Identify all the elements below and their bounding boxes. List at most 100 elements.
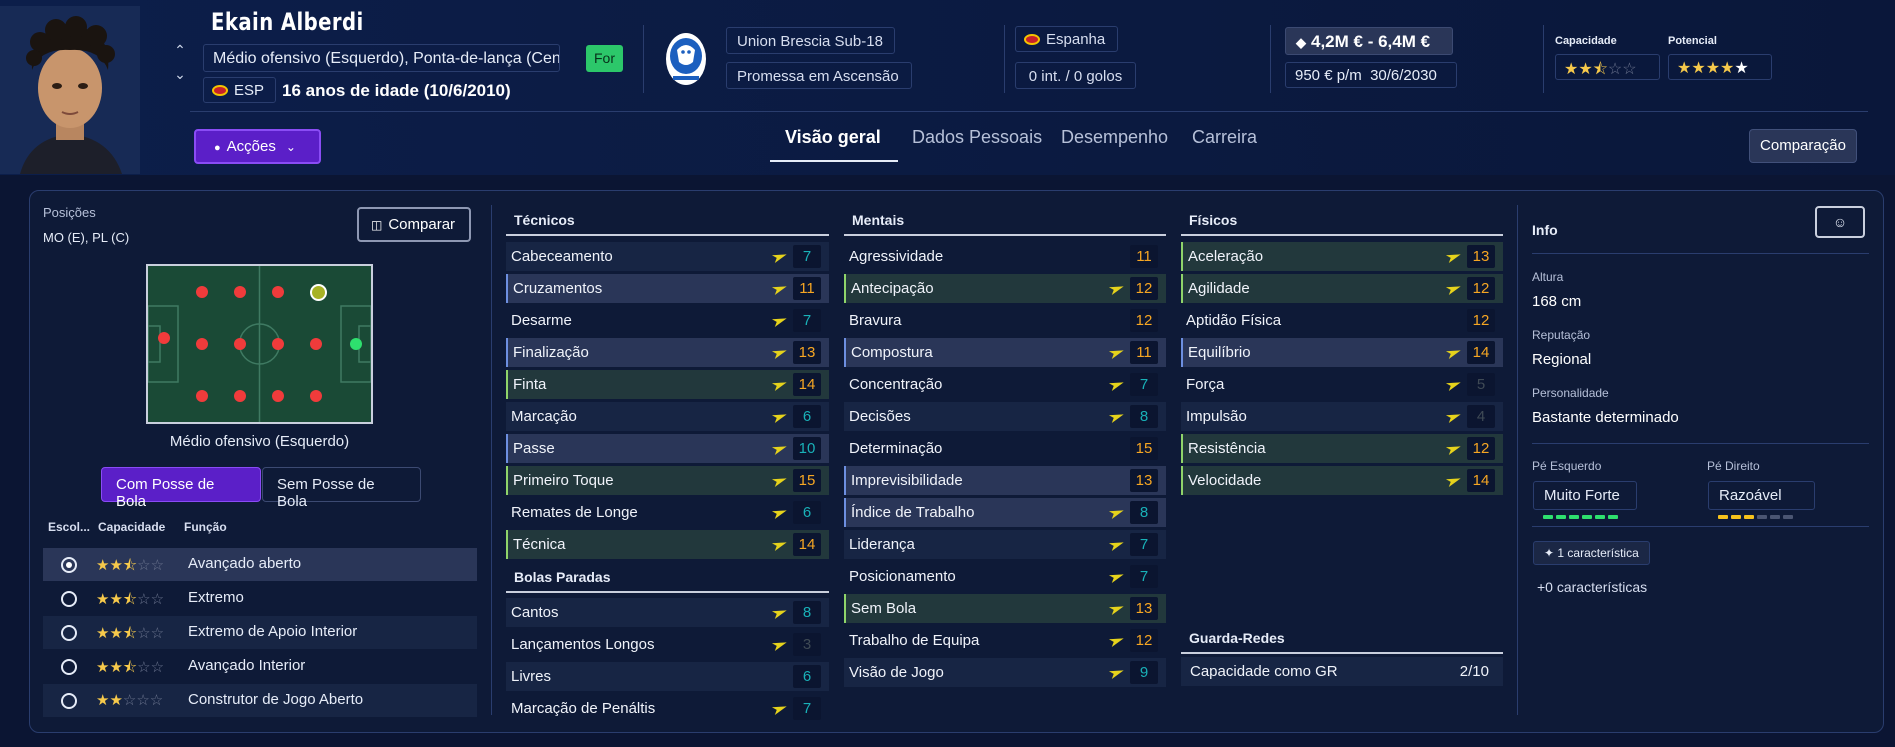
attribute-name: Velocidade bbox=[1188, 472, 1262, 489]
attribute-name: Marcação de Penáltis bbox=[511, 700, 656, 717]
attribute-row[interactable]: Remates de Longe ➤ 6 bbox=[506, 498, 829, 527]
more-traits[interactable]: +0 características bbox=[1537, 579, 1647, 595]
without-ball-toggle[interactable]: Sem Posse de Bola bbox=[262, 467, 421, 510]
attribute-row[interactable]: Cabeceamento ➤ 7 bbox=[506, 242, 829, 271]
divider bbox=[1270, 25, 1271, 93]
attribute-row[interactable]: Lançamentos Longos ➤ 3 bbox=[506, 630, 829, 659]
star-icon: ★ bbox=[1677, 60, 1692, 77]
attribute-row[interactable]: Técnica ➤ 14 bbox=[506, 530, 829, 559]
country-box[interactable]: Espanha bbox=[1015, 26, 1118, 52]
attribute-row[interactable]: Aptidão Física 12 bbox=[1181, 306, 1503, 335]
attribute-row[interactable]: Desarme ➤ 7 bbox=[506, 306, 829, 335]
attribute-row[interactable]: Imprevisibilidade 13 bbox=[844, 466, 1166, 495]
attribute-row[interactable]: Liderança ➤ 7 bbox=[844, 530, 1166, 559]
attribute-row[interactable]: Sem Bola ➤ 13 bbox=[844, 594, 1166, 623]
attribute-row[interactable]: Força ➤ 5 bbox=[1181, 370, 1503, 399]
tab-carreira[interactable]: Carreira bbox=[1192, 127, 1257, 148]
attribute-row[interactable]: Antecipação ➤ 12 bbox=[844, 274, 1166, 303]
star-half-icon: ★ bbox=[1734, 60, 1749, 77]
roles-col-funcao[interactable]: Função bbox=[184, 520, 227, 534]
attribute-row[interactable]: Agressividade 11 bbox=[844, 242, 1166, 271]
role-radio[interactable] bbox=[61, 693, 77, 709]
attribute-row[interactable]: Marcação ➤ 6 bbox=[506, 402, 829, 431]
next-player-icon[interactable]: ⌄ bbox=[172, 62, 188, 86]
club-name[interactable]: Union Brescia Sub-18 bbox=[726, 27, 895, 54]
with-ball-toggle[interactable]: Com Posse de Bola bbox=[101, 467, 261, 510]
role-radio[interactable] bbox=[61, 557, 77, 573]
trait-chip[interactable]: ✦ 1 característica bbox=[1533, 541, 1650, 565]
attribute-row[interactable]: Cruzamentos ➤ 11 bbox=[506, 274, 829, 303]
attribute-value: 13 bbox=[1467, 245, 1495, 268]
position-dot bbox=[196, 286, 208, 298]
compare-button[interactable]: ◫ Comparar bbox=[357, 207, 471, 242]
pe-esquerdo-value: Muito Forte bbox=[1544, 487, 1620, 504]
sparkle-icon: ✦ bbox=[1544, 546, 1555, 560]
attribute-row[interactable]: Impulsão ➤ 4 bbox=[1181, 402, 1503, 431]
tab-visao-geral[interactable]: Visão geral bbox=[785, 127, 881, 148]
attribute-row[interactable]: Marcação de Penáltis ➤ 7 bbox=[506, 694, 829, 723]
pe-esquerdo-label: Pé Esquerdo bbox=[1532, 459, 1602, 473]
player-nav-arrows: ⌃ ⌄ bbox=[172, 38, 188, 86]
role-radio[interactable] bbox=[61, 625, 77, 641]
info-person-icon[interactable]: ☺ bbox=[1815, 206, 1865, 238]
attribute-name: Posicionamento bbox=[849, 568, 956, 585]
attribute-value: 7 bbox=[1130, 373, 1158, 396]
position-dot bbox=[272, 286, 284, 298]
role-row[interactable]: ★★☆☆☆ Construtor de Jogo Aberto bbox=[43, 684, 477, 717]
attribute-row[interactable]: Passe ➤ 10 bbox=[506, 434, 829, 463]
active-tab-indicator bbox=[770, 160, 898, 162]
attribute-row[interactable]: Determinação 15 bbox=[844, 434, 1166, 463]
attribute-row[interactable]: Equilíbrio ➤ 14 bbox=[1181, 338, 1503, 367]
actions-label: Acções bbox=[226, 138, 276, 155]
chevron-down-icon: ⌄ bbox=[285, 140, 296, 154]
attribute-row[interactable]: Finta ➤ 14 bbox=[506, 370, 829, 399]
nationality-box[interactable]: ESP bbox=[203, 77, 276, 103]
trend-arrow-icon: ➤ bbox=[1105, 502, 1128, 523]
attribute-row[interactable]: Trabalho de Equipa ➤ 12 bbox=[844, 626, 1166, 655]
attribute-row[interactable]: Agilidade ➤ 12 bbox=[1181, 274, 1503, 303]
attribute-row[interactable]: Compostura ➤ 11 bbox=[844, 338, 1166, 367]
gk-capacity-label: Capacidade como GR bbox=[1190, 663, 1338, 680]
role-radio[interactable] bbox=[61, 659, 77, 675]
role-row[interactable]: ★★⯪☆☆ Extremo bbox=[43, 582, 477, 615]
pitch-diagram[interactable] bbox=[146, 264, 373, 424]
tab-dados-pessoais[interactable]: Dados Pessoais bbox=[912, 127, 1042, 148]
attribute-row[interactable]: Livres 6 bbox=[506, 662, 829, 691]
star-icon: ★ bbox=[1705, 60, 1721, 77]
personalidade-label: Personalidade bbox=[1532, 386, 1609, 400]
potencial-stars: ★★★★★ bbox=[1668, 54, 1772, 80]
actions-button[interactable]: ● Acções ⌄ bbox=[194, 129, 321, 164]
attribute-row[interactable]: Primeiro Toque ➤ 15 bbox=[506, 466, 829, 495]
attribute-row[interactable]: Decisões ➤ 8 bbox=[844, 402, 1166, 431]
attribute-row[interactable]: Velocidade ➤ 14 bbox=[1181, 466, 1503, 495]
attribute-row[interactable]: Cantos ➤ 8 bbox=[506, 598, 829, 627]
attribute-row[interactable]: Índice de Trabalho ➤ 8 bbox=[844, 498, 1166, 527]
trend-arrow-icon: ➤ bbox=[1105, 662, 1128, 683]
role-row[interactable]: ★★⯪☆☆ Extremo de Apoio Interior bbox=[43, 616, 477, 649]
trend-arrow-icon: ➤ bbox=[768, 278, 791, 299]
attribute-row[interactable]: Concentração ➤ 7 bbox=[844, 370, 1166, 399]
attribute-value: 14 bbox=[793, 373, 821, 396]
trend-arrow-icon: ➤ bbox=[768, 438, 791, 459]
previous-player-icon[interactable]: ⌃ bbox=[172, 38, 188, 62]
trend-arrow-icon: ➤ bbox=[1442, 470, 1465, 491]
attribute-name: Trabalho de Equipa bbox=[849, 632, 980, 649]
roles-col-select[interactable]: Escol... bbox=[48, 520, 90, 534]
role-row[interactable]: ★★⯪☆☆ Avançado aberto bbox=[43, 548, 477, 581]
attribute-row[interactable]: Finalização ➤ 13 bbox=[506, 338, 829, 367]
club-logo-icon[interactable] bbox=[665, 32, 707, 86]
attribute-row[interactable]: Bravura 12 bbox=[844, 306, 1166, 335]
attribute-row[interactable]: Resistência ➤ 12 bbox=[1181, 434, 1503, 463]
position-dot bbox=[158, 332, 170, 344]
attribute-row[interactable]: Visão de Jogo ➤ 9 bbox=[844, 658, 1166, 687]
attribute-row[interactable]: Posicionamento ➤ 7 bbox=[844, 562, 1166, 591]
position-dot bbox=[196, 390, 208, 402]
trend-arrow-icon: ➤ bbox=[1105, 406, 1128, 427]
comparacao-button[interactable]: Comparação bbox=[1749, 129, 1857, 163]
roles-col-capacidade[interactable]: Capacidade bbox=[98, 520, 165, 534]
role-row[interactable]: ★★⯪☆☆ Avançado Interior bbox=[43, 650, 477, 683]
attribute-row[interactable]: Aceleração ➤ 13 bbox=[1181, 242, 1503, 271]
tab-desempenho[interactable]: Desempenho bbox=[1061, 127, 1168, 148]
role-radio[interactable] bbox=[61, 591, 77, 607]
trend-arrow-icon: ➤ bbox=[768, 602, 791, 623]
